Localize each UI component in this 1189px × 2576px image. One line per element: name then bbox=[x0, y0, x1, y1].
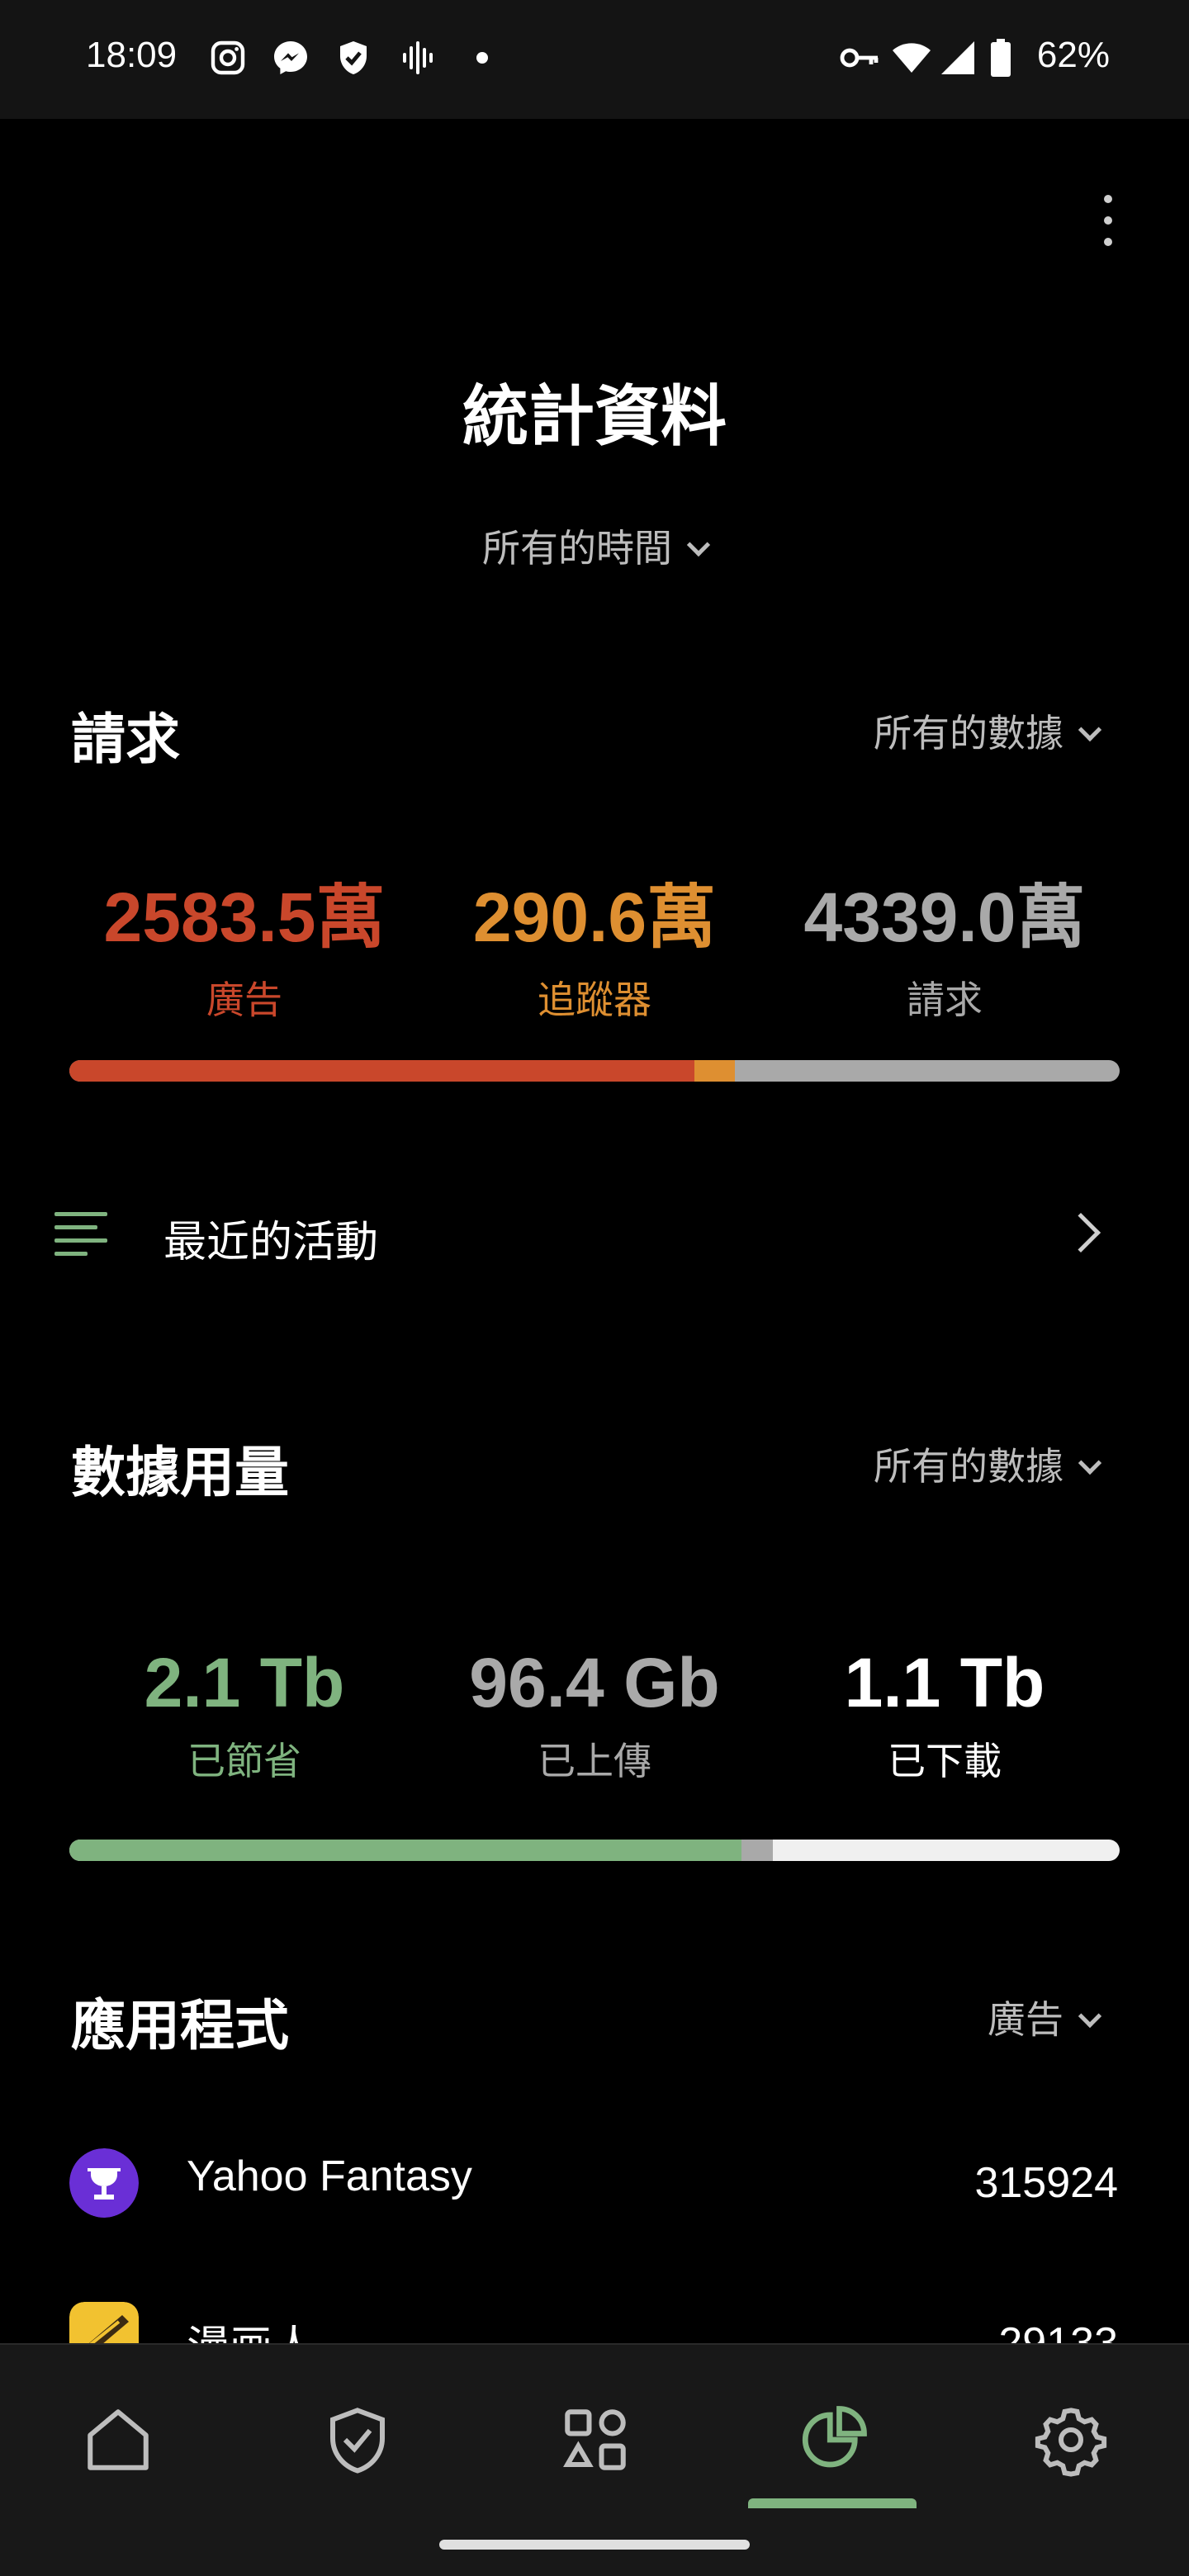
downloaded-stat: 1.1 Tb 已下載 bbox=[771, 1643, 1118, 1786]
wifi-icon bbox=[893, 43, 931, 73]
status-bar: 18:09 62% bbox=[0, 0, 1189, 119]
chevron-right-icon bbox=[1060, 1212, 1101, 1253]
uploaded-stat-label: 已上傳 bbox=[538, 1739, 651, 1783]
bottom-navigation bbox=[0, 2343, 1189, 2576]
apps-grid-icon[interactable] bbox=[558, 2403, 632, 2477]
home-icon[interactable] bbox=[81, 2403, 155, 2477]
downloaded-stat-label: 已下載 bbox=[888, 1739, 1002, 1783]
uploaded-stat: 96.4 Gb 已上傳 bbox=[421, 1643, 768, 1786]
requests-filter-dropdown[interactable]: 所有的數據 bbox=[874, 703, 1102, 758]
saved-bar-segment bbox=[69, 1840, 742, 1861]
recent-activity-row[interactable]: 最近的活動 bbox=[0, 1189, 1189, 1280]
ads-stat: 2583.5萬 廣告 bbox=[71, 862, 418, 1025]
requests-section-title: 請求 bbox=[71, 708, 180, 771]
app-list-item[interactable]: 漫画人 29133 bbox=[0, 2287, 1189, 2343]
list-lines-icon bbox=[54, 1212, 107, 1256]
uploaded-stat-value: 96.4 Gb bbox=[469, 1644, 720, 1721]
manhuaren-app-icon bbox=[69, 2302, 139, 2343]
apps-section-title: 應用程式 bbox=[71, 1994, 289, 2057]
active-tab-indicator bbox=[748, 2498, 917, 2508]
apps-filter-label: 廣告 bbox=[988, 1997, 1063, 2042]
voice-wave-icon bbox=[403, 41, 433, 74]
vpn-key-icon bbox=[840, 48, 879, 68]
data-usage-filter-label: 所有的數據 bbox=[874, 1444, 1063, 1489]
recent-activity-label: 最近的活動 bbox=[163, 1218, 379, 1267]
data-usage-filter-dropdown[interactable]: 所有的數據 bbox=[874, 1437, 1102, 1491]
status-time: 18:09 bbox=[86, 35, 178, 75]
page-title: 統計資料 bbox=[462, 378, 727, 455]
shield-icon[interactable] bbox=[320, 2403, 395, 2477]
ads-bar-segment bbox=[69, 1060, 694, 1082]
more-options-icon[interactable] bbox=[1092, 195, 1125, 261]
downloaded-stat-value: 1.1 Tb bbox=[844, 1644, 1045, 1721]
battery-icon bbox=[991, 39, 1011, 77]
uploaded-bar-segment bbox=[741, 1840, 774, 1861]
requests-progress-bar bbox=[69, 1060, 1120, 1082]
chevron-down-icon bbox=[1078, 1451, 1102, 1475]
app-name: Yahoo Fantasy bbox=[187, 2152, 472, 2200]
saved-stat-value: 2.1 Tb bbox=[144, 1644, 345, 1721]
chevron-down-icon bbox=[686, 533, 711, 557]
instagram-icon bbox=[211, 40, 245, 75]
shield-check-icon bbox=[340, 41, 367, 74]
stats-pie-icon[interactable] bbox=[796, 2403, 870, 2477]
dot-icon bbox=[476, 52, 488, 64]
battery-percent: 62% bbox=[1036, 35, 1110, 75]
chevron-down-icon bbox=[1078, 717, 1102, 742]
settings-gear-icon[interactable] bbox=[1034, 2403, 1108, 2477]
app-list-item[interactable]: Yahoo Fantasy 315924 bbox=[0, 2138, 1189, 2229]
signal-icon bbox=[941, 41, 974, 74]
requests-filter-label: 所有的數據 bbox=[874, 711, 1063, 755]
messenger-icon bbox=[274, 41, 307, 74]
app-count: 29133 bbox=[998, 2319, 1118, 2343]
trackers-stat-value: 290.6萬 bbox=[472, 878, 717, 956]
app-count: 315924 bbox=[974, 2159, 1118, 2207]
ads-stat-label: 廣告 bbox=[206, 978, 282, 1022]
trackers-stat-label: 追蹤器 bbox=[538, 978, 651, 1022]
data-usage-progress-bar bbox=[69, 1840, 1120, 1861]
saved-stat-label: 已節省 bbox=[187, 1739, 301, 1783]
ads-stat-value: 2583.5萬 bbox=[103, 878, 386, 956]
saved-stat: 2.1 Tb 已節省 bbox=[71, 1643, 418, 1786]
total-requests-stat: 4339.0萬 請求 bbox=[771, 862, 1118, 1025]
app-name: 漫画人 bbox=[187, 2312, 315, 2343]
trackers-bar-segment bbox=[694, 1060, 736, 1082]
data-usage-section-title: 數據用量 bbox=[71, 1441, 289, 1504]
yahoo-fantasy-app-icon bbox=[69, 2148, 139, 2218]
gesture-home-bar[interactable] bbox=[439, 2540, 750, 2550]
apps-filter-dropdown[interactable]: 廣告 bbox=[988, 1990, 1102, 2044]
time-filter-dropdown[interactable]: 所有的時間 bbox=[0, 519, 1189, 573]
trackers-stat: 290.6萬 追蹤器 bbox=[421, 862, 768, 1025]
total-requests-stat-label: 請求 bbox=[907, 978, 983, 1022]
time-filter-label: 所有的時間 bbox=[482, 526, 672, 571]
total-requests-stat-value: 4339.0萬 bbox=[803, 878, 1086, 956]
chevron-down-icon bbox=[1078, 2004, 1102, 2029]
